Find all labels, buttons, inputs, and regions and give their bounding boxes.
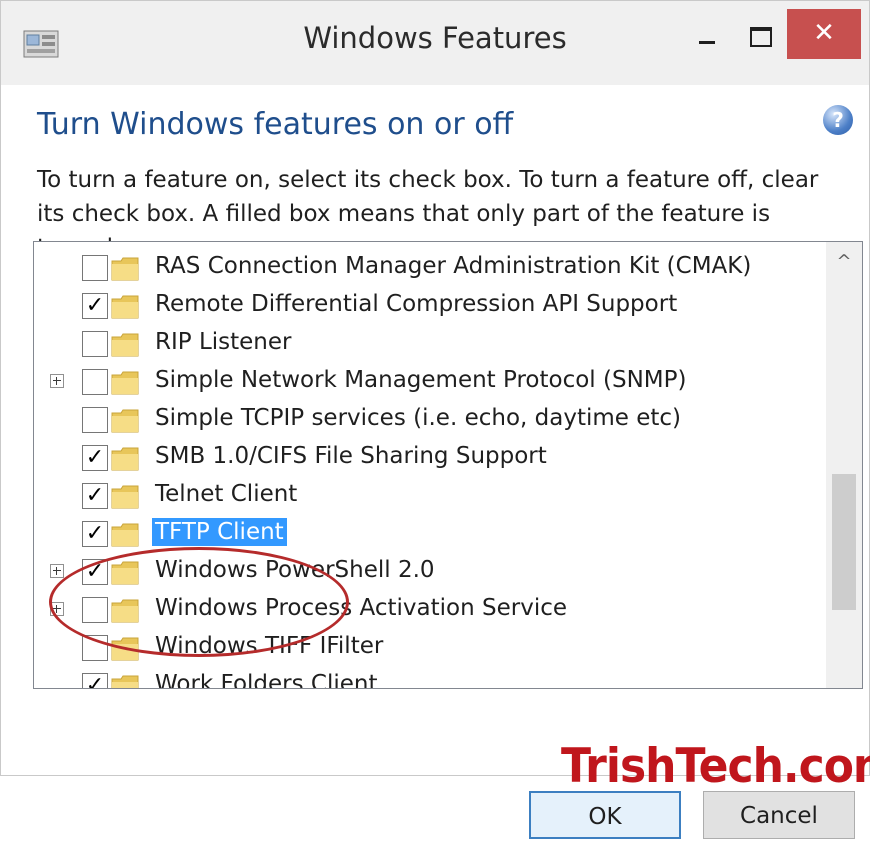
feature-label: Telnet Client [155, 481, 298, 507]
folder-icon [111, 295, 139, 319]
folder-icon [111, 257, 139, 281]
title-bar: Windows Features ✕ [1, 1, 869, 85]
folder-icon [111, 675, 139, 688]
windows-features-dialog: Windows Features ✕ Turn Windows features… [0, 0, 870, 839]
dialog-content: Turn Windows features on or off ? To tur… [1, 85, 870, 839]
expand-icon[interactable] [50, 374, 64, 388]
feature-row[interactable]: ✓ SMB 1.0/CIFS File Sharing Support [34, 439, 824, 477]
close-icon: ✕ [813, 18, 835, 48]
folder-icon [111, 371, 139, 395]
feature-label: RIP Listener [155, 329, 292, 355]
cancel-button[interactable]: Cancel [703, 791, 855, 839]
feature-label: TFTP Client [152, 518, 287, 546]
feature-row[interactable]: ✓ TFTP Client [34, 515, 824, 553]
feature-label: Work Folders Client [155, 671, 378, 689]
feature-checkbox[interactable] [82, 331, 108, 357]
watermark-logo: TrishTech.com [561, 738, 870, 795]
folder-icon [111, 523, 139, 547]
folder-icon [111, 447, 139, 471]
feature-checkbox[interactable] [82, 407, 108, 433]
feature-label: Simple Network Management Protocol (SNMP… [155, 367, 687, 393]
maximize-button[interactable] [738, 9, 782, 59]
feature-row[interactable]: Simple Network Management Protocol (SNMP… [34, 363, 824, 401]
feature-checkbox[interactable] [82, 369, 108, 395]
minimize-button[interactable] [685, 9, 729, 59]
folder-icon [111, 409, 139, 433]
feature-label: Remote Differential Compression API Supp… [155, 291, 678, 317]
vertical-scrollbar[interactable]: ^ [826, 242, 862, 688]
expand-icon[interactable] [50, 564, 64, 578]
help-icon[interactable]: ? [823, 105, 853, 135]
feature-label: Simple TCPIP services (i.e. echo, daytim… [155, 405, 682, 431]
feature-checkbox[interactable] [82, 255, 108, 281]
feature-checkbox[interactable]: ✓ [82, 483, 108, 509]
feature-checkbox[interactable]: ✓ [82, 293, 108, 319]
feature-row[interactable]: RIP Listener [34, 325, 824, 363]
feature-row[interactable]: Simple TCPIP services (i.e. echo, daytim… [34, 401, 824, 439]
folder-icon [111, 333, 139, 357]
folder-icon [111, 485, 139, 509]
feature-row[interactable]: ✓ Work Folders Client [34, 667, 824, 689]
page-heading: Turn Windows features on or off [37, 107, 514, 142]
close-button[interactable]: ✕ [787, 9, 861, 59]
feature-row[interactable]: RAS Connection Manager Administration Ki… [34, 249, 824, 287]
feature-checkbox[interactable]: ✓ [82, 445, 108, 471]
feature-checkbox[interactable]: ✓ [82, 521, 108, 547]
scroll-thumb[interactable] [832, 474, 856, 610]
feature-row[interactable]: ✓ Telnet Client [34, 477, 824, 515]
feature-label: SMB 1.0/CIFS File Sharing Support [155, 443, 547, 469]
feature-checkbox[interactable]: ✓ [82, 673, 108, 688]
scroll-up-icon[interactable]: ^ [826, 242, 862, 282]
feature-label: RAS Connection Manager Administration Ki… [155, 253, 752, 279]
annotation-circle [49, 547, 349, 657]
ok-button[interactable]: OK [529, 791, 681, 839]
feature-row[interactable]: ✓ Remote Differential Compression API Sup… [34, 287, 824, 325]
